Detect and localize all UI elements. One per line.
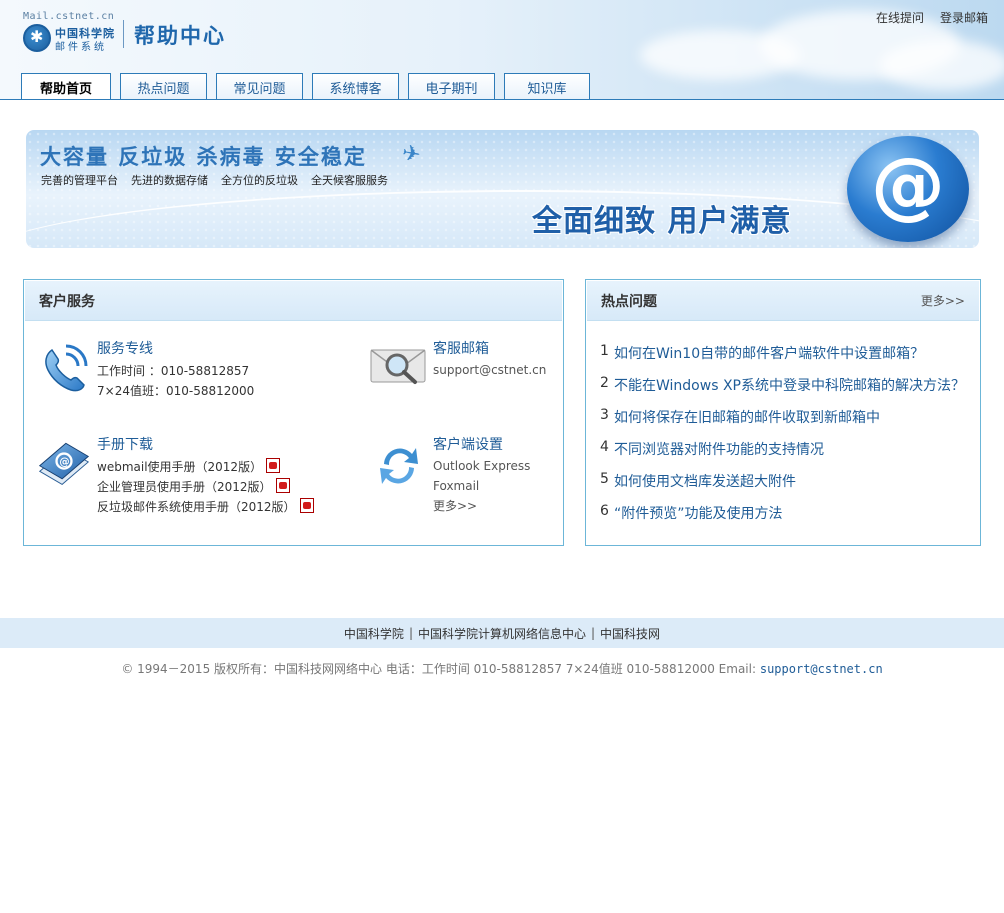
- hot-questions-panel: 热点问题 更多>> 1 如何在Win10自带的邮件客户端软件中设置邮箱？ 2 不能在…: [585, 279, 981, 546]
- tab-knowledge-base[interactable]: 知识库: [504, 73, 590, 99]
- client-setup-title[interactable]: 客户端设置: [433, 434, 503, 454]
- banner-feature: 完善的管理平台: [41, 174, 118, 187]
- hot-more-link[interactable]: 更多>>: [921, 292, 965, 309]
- brand-domain: Mail.cstnet.cn: [23, 11, 115, 22]
- client-more-link[interactable]: 更多>>: [433, 497, 477, 514]
- list-item: 5 如何使用文档库发送超大附件: [600, 471, 965, 503]
- banner-feature: 先进的数据存储: [131, 174, 208, 187]
- tab-faq[interactable]: 常见问题: [216, 73, 303, 99]
- banner-feature: 全方位的反垃圾: [221, 174, 298, 187]
- copyright-text: © 1994－2015 版权所有：中国科技网网络中心 电话：工作时间 010-5…: [121, 662, 757, 676]
- list-item: 4 不同浏览器对附件功能的支持情况: [600, 439, 965, 471]
- manuals-title[interactable]: 手册下载: [97, 434, 153, 454]
- cas-logo-icon: [23, 24, 51, 52]
- hot-question-link[interactable]: “附件预览”功能及使用方法: [614, 503, 783, 523]
- page-title: 帮助中心: [134, 24, 226, 48]
- outlook-express-link[interactable]: Outlook Express: [433, 459, 530, 473]
- customer-service-panel: 客户服务 服务专线 工作时间 ：010-58812857 7×24值班：010-…: [23, 279, 564, 546]
- svg-text:@: @: [59, 456, 69, 468]
- online-question-link[interactable]: 在线提问: [876, 9, 924, 26]
- tab-hot-questions[interactable]: 热点问题: [120, 73, 207, 99]
- panel-title: 热点问题: [601, 293, 657, 310]
- login-mailbox-link[interactable]: 登录邮箱: [940, 9, 988, 26]
- brand-name-line2: 邮件系统: [55, 42, 107, 53]
- pdf-icon: [266, 458, 281, 473]
- tab-help-home[interactable]: 帮助首页: [21, 73, 111, 99]
- item-number: 2: [600, 375, 609, 391]
- footer-links: 中国科学院 | 中国科学院计算机网络信息中心 | 中国科技网: [0, 618, 1004, 648]
- banner-headline: 大容量 反垃圾 杀病毒 安全稳定: [40, 145, 367, 169]
- mailbox-title[interactable]: 客服邮箱: [433, 338, 489, 358]
- footer-link-cnic[interactable]: 中国科学院计算机网络信息中心: [418, 625, 586, 642]
- list-item: 2 不能在Windows XP系统中登录中科院邮箱的解决方法？: [600, 375, 965, 407]
- banner-features: 完善的管理平台 先进的数据存储 全方位的反垃圾 全天候客服服务: [41, 172, 388, 188]
- banner-slogan: 全面细致 用户满意: [532, 204, 792, 239]
- site-header: Mail.cstnet.cn 中国科学院 邮件系统 帮助中心 在线提问 登录邮箱…: [0, 0, 1004, 100]
- item-number: 1: [600, 343, 609, 359]
- footer-separator: |: [591, 626, 596, 640]
- sync-arrows-icon: [380, 448, 418, 484]
- hot-question-link[interactable]: 不同浏览器对附件功能的支持情况: [614, 439, 824, 459]
- hotline-24h: 7×24值班：010-58812000: [97, 384, 255, 398]
- hotline-work-hours: 工作时间 ：010-58812857: [97, 364, 250, 378]
- tab-system-blog[interactable]: 系统博客: [312, 73, 399, 99]
- footer-email-link[interactable]: support@cstnet.cn: [760, 662, 883, 676]
- manual-book-icon: @: [38, 442, 90, 485]
- item-number: 6: [600, 503, 609, 519]
- panel-header: 热点问题 更多>>: [587, 281, 979, 321]
- nav-tabs: 帮助首页 热点问题 常见问题 系统博客 电子期刊 知识库: [21, 73, 590, 99]
- support-email[interactable]: support@cstnet.cn: [433, 363, 546, 377]
- item-number: 3: [600, 407, 609, 423]
- hotline-title[interactable]: 服务专线: [97, 338, 153, 358]
- panel-title: 客户服务: [39, 293, 95, 310]
- copyright: © 1994－2015 版权所有：中国科技网网络中心 电话：工作时间 010-5…: [0, 660, 1004, 677]
- foxmail-link[interactable]: Foxmail: [433, 479, 479, 493]
- tab-e-journal[interactable]: 电子期刊: [408, 73, 495, 99]
- phone-icon: [45, 344, 88, 392]
- list-item: 6 “附件预览”功能及使用方法: [600, 503, 965, 535]
- top-links: 在线提问 登录邮箱: [876, 9, 988, 26]
- hot-question-link[interactable]: 如何将保存在旧邮箱的邮件收取到新邮箱中: [614, 407, 880, 427]
- hot-question-link[interactable]: 如何使用文档库发送超大附件: [614, 471, 796, 491]
- banner-feature: 全天候客服服务: [311, 174, 388, 187]
- pdf-icon: [299, 498, 314, 513]
- footer-link-cstnet[interactable]: 中国科技网: [600, 625, 660, 642]
- manual-download-link[interactable]: webmail使用手册（2012版）: [97, 458, 281, 475]
- footer-link-cas[interactable]: 中国科学院: [344, 625, 404, 642]
- at-sign-icon: @: [847, 136, 969, 242]
- item-number: 5: [600, 471, 609, 487]
- item-number: 4: [600, 439, 609, 455]
- hot-question-list: 1 如何在Win10自带的邮件客户端软件中设置邮箱？ 2 不能在Windows XP…: [600, 343, 965, 535]
- manual-download-link[interactable]: 反垃圾邮件系统使用手册（2012版）: [97, 498, 314, 515]
- footer-separator: |: [408, 626, 413, 640]
- list-item: 3 如何将保存在旧邮箱的邮件收取到新邮箱中: [600, 407, 965, 439]
- envelope-search-icon: [370, 349, 426, 384]
- header-cloud-decoration: [880, 40, 1004, 90]
- promo-banner: 大容量 反垃圾 杀病毒 安全稳定 完善的管理平台 先进的数据存储 全方位的反垃圾…: [26, 130, 979, 248]
- list-item: 1 如何在Win10自带的邮件客户端软件中设置邮箱？: [600, 343, 965, 375]
- brand-divider: [123, 20, 124, 48]
- panel-header: 客户服务: [25, 281, 562, 321]
- hot-question-link[interactable]: 不能在Windows XP系统中登录中科院邮箱的解决方法？: [614, 375, 965, 395]
- hot-question-link[interactable]: 如何在Win10自带的邮件客户端软件中设置邮箱？: [614, 343, 924, 363]
- manual-download-link[interactable]: 企业管理员使用手册（2012版）: [97, 478, 290, 495]
- pdf-icon: [275, 478, 290, 493]
